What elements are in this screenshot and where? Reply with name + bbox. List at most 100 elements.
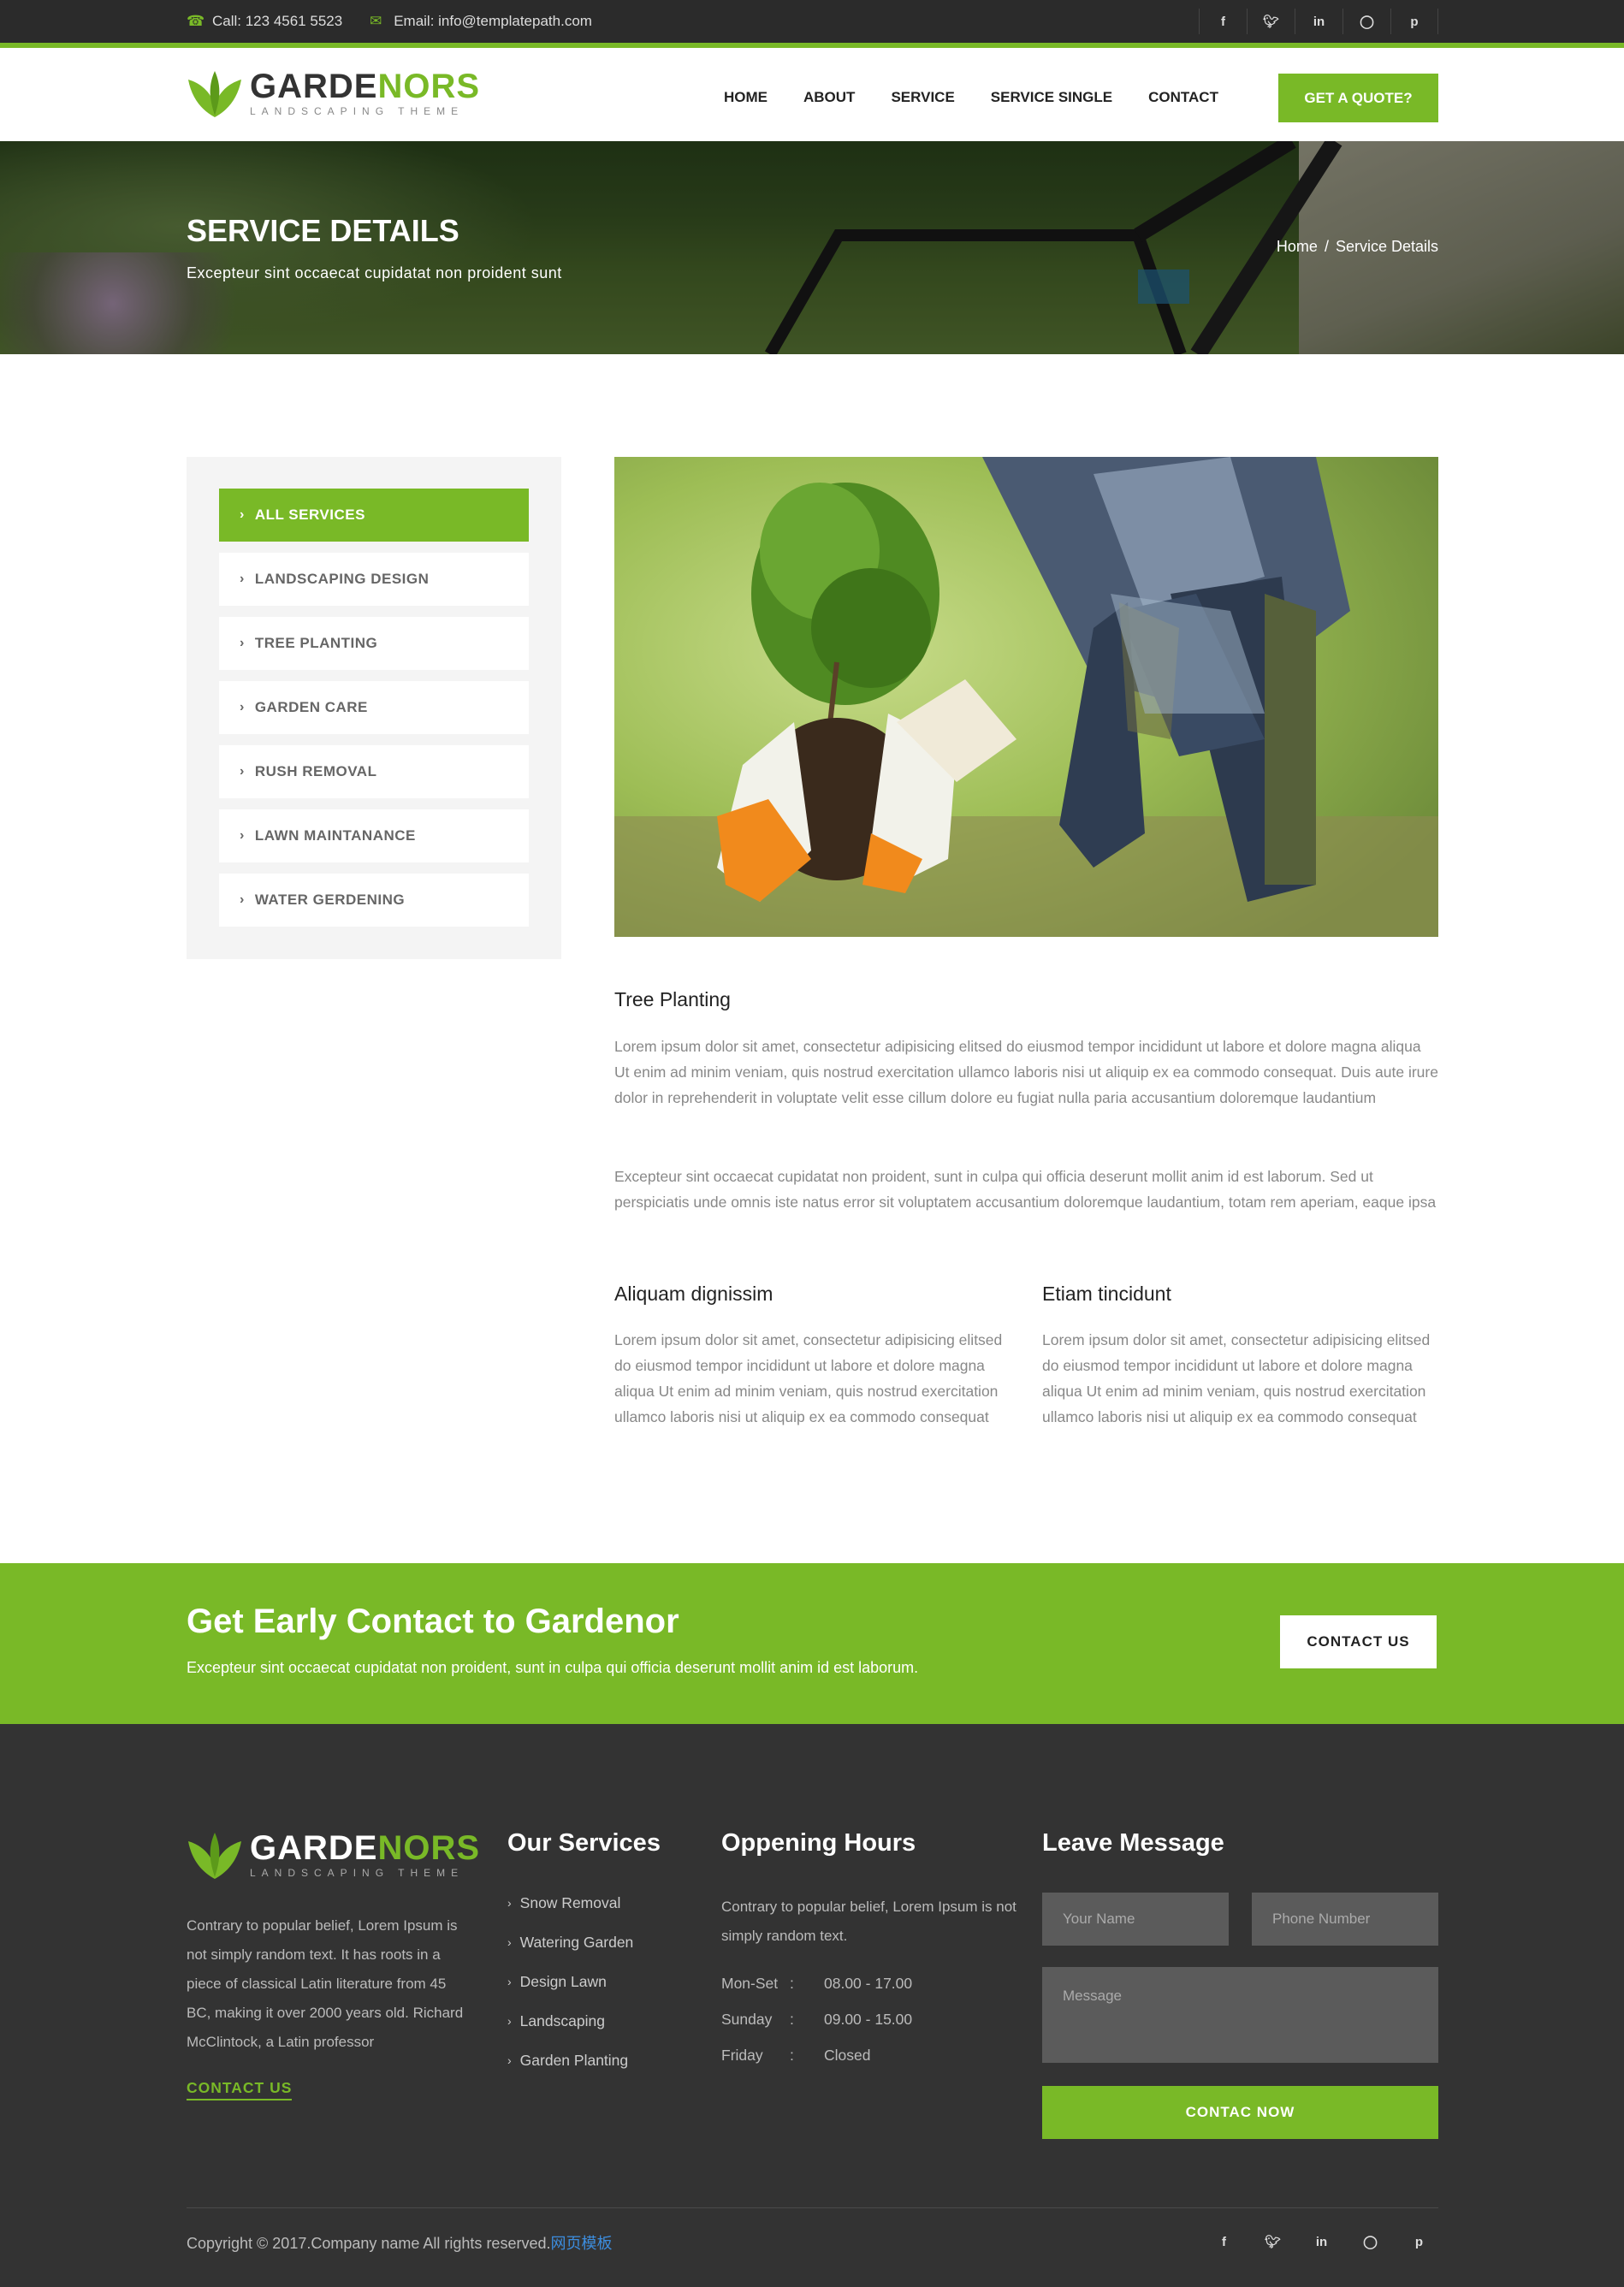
footer-service-item[interactable]: › Landscaping xyxy=(507,2012,633,2052)
sidebar-item-lawn-maintanance[interactable]: › LAWN MAINTANANCE xyxy=(219,809,529,862)
footer-logo[interactable]: GARDENORS LANDSCAPING THEME xyxy=(187,1829,480,1881)
facebook-icon[interactable]: f xyxy=(1199,9,1247,34)
nav-about[interactable]: ABOUT xyxy=(803,89,855,106)
chevron-right-icon: › xyxy=(507,2053,512,2067)
message-textarea[interactable]: Message xyxy=(1042,1967,1438,2063)
sidebar-item-garden-care[interactable]: › GARDEN CARE xyxy=(219,681,529,734)
service-heading: Tree Planting xyxy=(614,988,731,1010)
cta-heading: Get Early Contact to Gardenor xyxy=(187,1603,679,1640)
chevron-right-icon: › xyxy=(507,1975,512,1988)
sidebar-item-label: LANDSCAPING DESIGN xyxy=(254,571,430,587)
page-title: SERVICE DETAILS xyxy=(187,213,459,248)
linkedin-icon[interactable]: in xyxy=(1295,9,1342,34)
sidebar-item-all-services[interactable]: › ALL SERVICES xyxy=(219,489,529,542)
twitter-icon[interactable]: 🐦︎ xyxy=(1247,9,1295,34)
logo-word-1: GARDE xyxy=(250,68,378,105)
pinterest-icon[interactable]: p xyxy=(1395,2229,1443,2254)
phone-text: Call: 123 4561 5523 xyxy=(212,13,343,29)
hours-row: Sunday:09.00 - 15.00 xyxy=(721,2011,913,2028)
email-info[interactable]: ✉ Email: info@templatepath.com xyxy=(368,13,592,30)
footer-service-item[interactable]: › Watering Garden xyxy=(507,1934,633,1973)
copyright: Copyright © 2017.Company name All rights… xyxy=(187,2235,613,2252)
leaf-logo-icon xyxy=(188,1833,241,1879)
sidebar-item-label: WATER GERDENING xyxy=(254,892,406,908)
hours-text: Contrary to popular belief, Lorem Ipsum … xyxy=(721,1899,1016,1944)
logo-word-2: NORS xyxy=(377,68,481,105)
envelope-icon: ✉ xyxy=(370,13,382,29)
instagram-icon[interactable]: ◯ xyxy=(1342,9,1390,34)
contact-us-button[interactable]: CONTACT US xyxy=(1280,1615,1437,1668)
footer-service-item[interactable]: › Garden Planting xyxy=(507,2052,633,2091)
phone-input[interactable]: Phone Number xyxy=(1252,1893,1438,1946)
phone-icon: ☎ xyxy=(187,13,205,29)
chevron-right-icon: › xyxy=(240,700,245,714)
sidebar-item-tree-planting[interactable]: › TREE PLANTING xyxy=(219,617,529,670)
breadcrumb-current: Service Details xyxy=(1335,238,1438,255)
facebook-icon[interactable]: f xyxy=(1200,2229,1248,2254)
tree-planting-photo xyxy=(614,457,1438,937)
sidebar-item-landscaping-design[interactable]: › LANDSCAPING DESIGN xyxy=(219,553,529,606)
logo-word-1: GARDE xyxy=(250,1829,378,1867)
phone-info: ☎ Call: 123 4561 5523 xyxy=(187,13,342,30)
sidebar-item-water-gerdening[interactable]: › WATER GERDENING xyxy=(219,874,529,927)
nav-home[interactable]: HOME xyxy=(724,89,768,106)
hours-row: Mon-Set:08.00 - 17.00 xyxy=(721,1975,913,1992)
column-1-heading: Aliquam dignissim xyxy=(614,1283,773,1305)
column-2-text: Lorem ipsum dolor sit amet, consectetur … xyxy=(1042,1331,1431,1425)
pinterest-icon[interactable]: p xyxy=(1390,9,1438,34)
copyright-link[interactable]: 网页模板 xyxy=(550,2235,612,2252)
linkedin-icon[interactable]: in xyxy=(1297,2229,1346,2254)
footer-contact-link[interactable]: CONTACT US xyxy=(187,2079,293,2100)
service-image xyxy=(614,457,1438,937)
top-social-links: f 🐦︎ in ◯ p xyxy=(1199,9,1438,34)
email-text[interactable]: Email: info@templatepath.com xyxy=(394,13,592,30)
chevron-right-icon: › xyxy=(240,764,245,779)
footer-service-item[interactable]: › Snow Removal xyxy=(507,1894,633,1934)
sidebar-item-label: RUSH REMOVAL xyxy=(254,763,377,779)
site-logo[interactable]: GARDENORS LANDSCAPING THEME xyxy=(187,68,480,119)
top-bar: ☎ Call: 123 4561 5523 ✉ Email: info@temp… xyxy=(0,0,1624,43)
breadcrumb: Home / Service Details xyxy=(1277,238,1438,256)
service-paragraph-2: Excepteur sint occaecat cupidatat non pr… xyxy=(614,1168,1437,1211)
nav-service-single[interactable]: SERVICE SINGLE xyxy=(991,89,1112,106)
page-banner: SERVICE DETAILS Excepteur sint occaecat … xyxy=(0,141,1624,354)
breadcrumb-home[interactable]: Home xyxy=(1277,238,1318,256)
logo-word-2: NORS xyxy=(377,1829,481,1867)
services-heading: Our Services xyxy=(507,1829,661,1857)
top-contact-info: ☎ Call: 123 4561 5523 ✉ Email: info@temp… xyxy=(187,0,592,43)
get-quote-button[interactable]: GET A QUOTE? xyxy=(1278,74,1438,122)
chevron-right-icon: › xyxy=(240,507,245,522)
sidebar-item-rush-removal[interactable]: › RUSH REMOVAL xyxy=(219,745,529,798)
footer-about-text: Contrary to popular belief, Lorem Ipsum … xyxy=(187,1917,464,2050)
page-subtitle: Excepteur sint occaecat cupidatat non pr… xyxy=(187,264,562,281)
message-heading: Leave Message xyxy=(1042,1829,1224,1857)
logo-tagline: LANDSCAPING THEME xyxy=(250,105,465,117)
chevron-right-icon: › xyxy=(240,828,245,843)
send-message-button[interactable]: CONTAC NOW xyxy=(1042,2086,1438,2139)
logo-tagline: LANDSCAPING THEME xyxy=(250,1867,465,1879)
chevron-right-icon: › xyxy=(507,1896,512,1910)
chevron-right-icon: › xyxy=(507,1935,512,1949)
footer-divider xyxy=(187,2207,1438,2208)
footer-social-links: f 🐦︎ in ◯ p xyxy=(1200,2229,1443,2254)
hours-row: Friday: Closed xyxy=(721,2047,871,2064)
column-2-heading: Etiam tincidunt xyxy=(1042,1283,1171,1305)
contact-cta-section: Get Early Contact to Gardenor Excepteur … xyxy=(0,1563,1624,1724)
hours-table: Mon-Set:08.00 - 17.00 Sunday:09.00 - 15.… xyxy=(721,1975,912,2083)
sidebar-item-label: ALL SERVICES xyxy=(254,507,365,523)
services-sidebar: › ALL SERVICES › LANDSCAPING DESIGN › TREE … xyxy=(187,457,561,959)
footer-services-list: › Snow Removal › Watering Garden › Design L… xyxy=(507,1894,633,2091)
nav-service[interactable]: SERVICE xyxy=(891,89,954,106)
cta-text: Excepteur sint occaecat cupidatat non pr… xyxy=(187,1659,919,1676)
instagram-icon[interactable]: ◯ xyxy=(1346,2229,1395,2254)
name-input[interactable]: Your Name xyxy=(1042,1893,1229,1946)
site-header: GARDENORS LANDSCAPING THEME HOME ABOUT S… xyxy=(0,48,1624,141)
breadcrumb-separator: / xyxy=(1324,238,1329,255)
sidebar-item-label: LAWN MAINTANANCE xyxy=(254,827,416,844)
sidebar-item-label: TREE PLANTING xyxy=(254,635,378,651)
chevron-right-icon: › xyxy=(240,572,245,586)
footer-service-item[interactable]: › Design Lawn xyxy=(507,1973,633,2012)
nav-contact[interactable]: CONTACT xyxy=(1148,89,1218,106)
chevron-right-icon: › xyxy=(240,892,245,907)
twitter-icon[interactable]: 🐦︎ xyxy=(1248,2229,1297,2254)
